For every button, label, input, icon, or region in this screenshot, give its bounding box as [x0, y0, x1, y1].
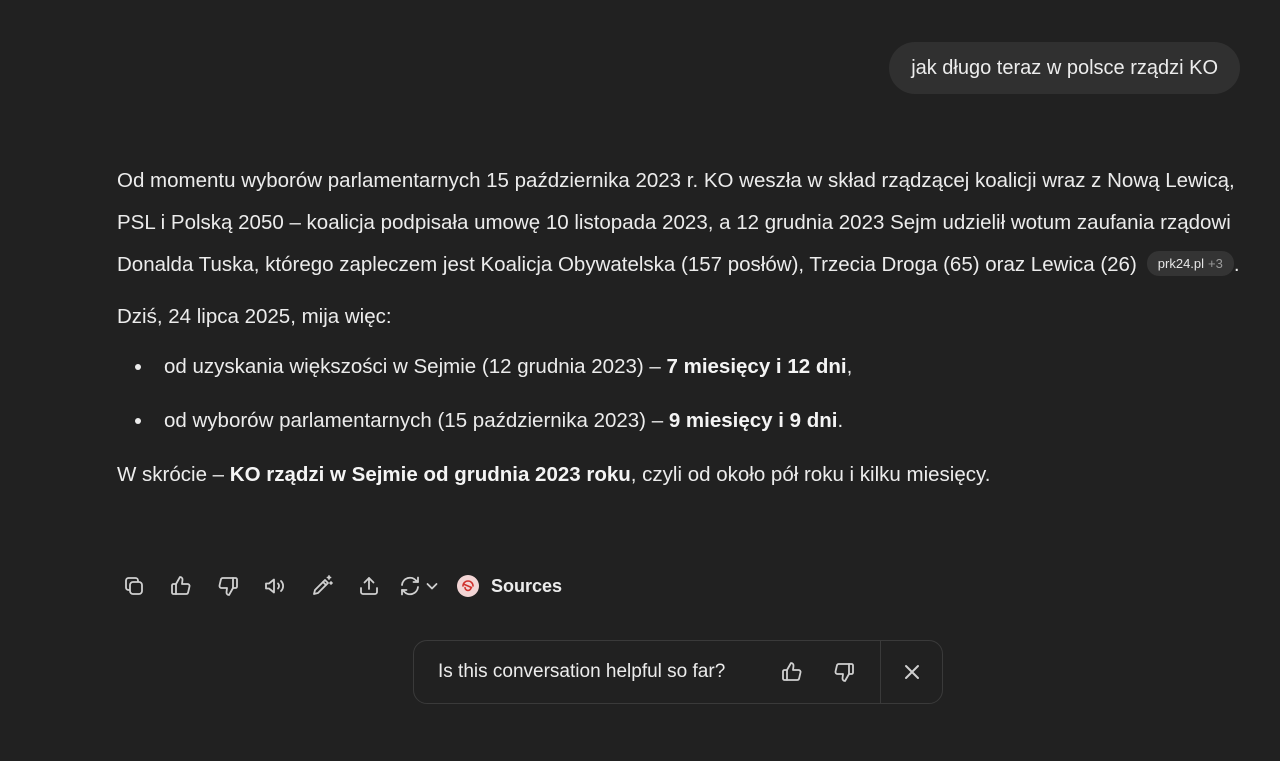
- paragraph-1-end: .: [1233, 253, 1240, 276]
- feedback-divider: [880, 640, 881, 704]
- feedback-thumbs-down-button[interactable]: [826, 654, 862, 690]
- paragraph-1-text: Od momentu wyborów parlamentarnych 15 pa…: [117, 169, 1235, 276]
- thumbs-up-icon: [171, 576, 191, 595]
- citation-more: +3: [1208, 256, 1223, 271]
- thumbs-up-icon: [782, 662, 802, 681]
- feedback-banner: Is this conversation helpful so far?: [413, 640, 943, 704]
- refresh-icon: [401, 576, 419, 596]
- summary-prefix: W skrócie –: [117, 463, 230, 486]
- chat-page: jak długo teraz w polsce rządzi KO Od mo…: [0, 0, 1280, 761]
- chevron-down-icon: [426, 583, 438, 590]
- share-button[interactable]: [351, 568, 387, 604]
- list-item: od uzyskania większości w Sejmie (12 gru…: [117, 346, 1242, 388]
- citation-chip[interactable]: prk24.pl +3: [1146, 251, 1234, 276]
- sources-label: Sources: [491, 575, 563, 596]
- copy-button[interactable]: [116, 568, 152, 604]
- summary-suffix: , czyli od około pół roku i kilku miesię…: [630, 463, 991, 486]
- copy-icon: [125, 577, 143, 595]
- feedback-thumbs-up-button[interactable]: [774, 654, 810, 690]
- sources-button[interactable]: Sources: [457, 575, 562, 597]
- list-item-bold: 9 miesięcy i 9 dni: [668, 409, 838, 432]
- duration-list: od uzyskania większości w Sejmie (12 gru…: [117, 346, 1242, 442]
- read-aloud-button[interactable]: [257, 568, 293, 604]
- assistant-paragraph-2: Dziś, 24 lipca 2025, mija więc:: [117, 305, 392, 328]
- summary-bold: KO rządzi w Sejmie od grudnia 2023 roku: [229, 463, 631, 486]
- edit-button[interactable]: [304, 568, 340, 604]
- message-actions: Sources: [116, 568, 562, 604]
- good-response-button[interactable]: [163, 568, 199, 604]
- list-item-text: od wyborów parlamentarnych (15 październ…: [164, 409, 669, 432]
- list-item: od wyborów parlamentarnych (15 październ…: [117, 400, 1242, 442]
- regenerate-button[interactable]: [398, 574, 439, 598]
- list-item-text: od uzyskania większości w Sejmie (12 gru…: [164, 355, 667, 378]
- source-logo-icon: [457, 575, 479, 597]
- list-item-suffix: .: [837, 409, 844, 432]
- bad-response-button[interactable]: [210, 568, 246, 604]
- assistant-message: Od momentu wyborów parlamentarnych 15 pa…: [117, 160, 1242, 496]
- list-item-bold: 7 miesięcy i 12 dni: [666, 355, 847, 378]
- assistant-paragraph-1: Od momentu wyborów parlamentarnych 15 pa…: [117, 160, 1242, 286]
- feedback-close-button[interactable]: [894, 654, 930, 690]
- speaker-icon: [265, 578, 284, 594]
- share-icon: [360, 577, 378, 595]
- list-item-suffix: ,: [846, 355, 853, 378]
- thumbs-down-icon: [218, 577, 238, 596]
- feedback-question: Is this conversation helpful so far?: [438, 661, 726, 682]
- citation-source: prk24.pl: [1157, 256, 1205, 271]
- thumbs-down-icon: [834, 663, 854, 682]
- close-icon: [905, 665, 919, 679]
- magic-pencil-icon: [313, 575, 333, 595]
- user-message: jak długo teraz w polsce rządzi KO: [889, 42, 1240, 94]
- assistant-summary: W skrócie – KO rządzi w Sejmie od grudni…: [117, 454, 1242, 496]
